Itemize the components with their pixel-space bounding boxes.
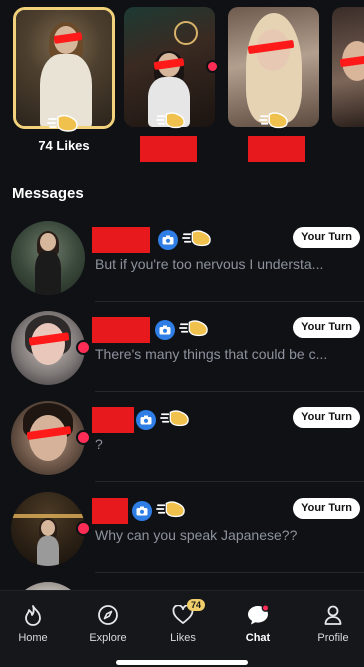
redacted-name bbox=[248, 136, 305, 162]
hand-wave-icon[interactable] bbox=[179, 317, 209, 339]
matches-carousel: 74 Likes bbox=[0, 0, 364, 175]
tab-home[interactable]: Home bbox=[0, 603, 69, 649]
chat-bubble-icon bbox=[248, 604, 270, 625]
message-row[interactable]: Your Turn Why can you speak Japanese?? bbox=[0, 483, 364, 573]
compass-icon bbox=[98, 605, 118, 625]
redacted-name bbox=[140, 136, 197, 162]
tab-home-label: Home bbox=[18, 632, 48, 644]
avatar bbox=[11, 401, 85, 475]
hand-wave-icon[interactable] bbox=[160, 407, 190, 429]
message-preview: Why can you speak Japanese?? bbox=[95, 527, 298, 543]
match-card[interactable] bbox=[332, 7, 364, 127]
redacted-name bbox=[92, 407, 134, 433]
message-row[interactable]: Your Turn But if you're too nervous I un… bbox=[0, 212, 364, 302]
message-preview: ? bbox=[95, 436, 103, 452]
home-indicator bbox=[116, 660, 248, 665]
your-turn-badge: Your Turn bbox=[293, 407, 360, 428]
camera-icon bbox=[158, 230, 178, 250]
likes-card[interactable] bbox=[13, 7, 115, 129]
avatar bbox=[11, 221, 85, 295]
message-row[interactable]: Your Turn ? bbox=[0, 392, 364, 482]
match-photo bbox=[332, 7, 364, 127]
camera-icon bbox=[155, 320, 175, 340]
match-photo bbox=[124, 7, 215, 127]
hand-wave-icon[interactable] bbox=[182, 227, 212, 249]
match-photo bbox=[228, 7, 319, 127]
likes-count-badge: 74 bbox=[187, 599, 206, 611]
hand-wave-icon bbox=[156, 112, 185, 129]
redacted-name bbox=[92, 498, 128, 524]
redacted-name bbox=[92, 227, 150, 253]
match-card[interactable] bbox=[228, 7, 319, 127]
your-turn-badge: Your Turn bbox=[293, 317, 360, 338]
match-card[interactable] bbox=[124, 7, 215, 127]
bottom-tab-bar: Home Explore 74 Likes Chat Profile bbox=[0, 590, 364, 667]
tab-chat[interactable]: Chat bbox=[222, 603, 294, 649]
hand-wave-icon bbox=[259, 112, 288, 129]
online-indicator bbox=[76, 340, 91, 355]
message-preview: There's many things that could be c... bbox=[95, 346, 328, 362]
tab-likes-label: Likes bbox=[170, 632, 196, 644]
tab-chat-label: Chat bbox=[245, 632, 271, 644]
divider bbox=[95, 481, 364, 482]
messages-title: Messages bbox=[12, 185, 84, 202]
avatar bbox=[11, 492, 85, 566]
online-indicator bbox=[206, 60, 219, 73]
hand-wave-icon[interactable] bbox=[156, 498, 186, 520]
tab-explore-label: Explore bbox=[89, 632, 127, 644]
avatar bbox=[11, 311, 85, 385]
message-row[interactable]: Your Turn There's many things that could… bbox=[0, 302, 364, 392]
online-indicator bbox=[76, 521, 91, 536]
flame-icon bbox=[25, 605, 41, 626]
tab-likes[interactable]: 74 Likes bbox=[147, 599, 219, 649]
tab-explore[interactable]: Explore bbox=[72, 603, 144, 649]
your-turn-badge: Your Turn bbox=[293, 227, 360, 248]
hand-wave-icon bbox=[47, 114, 78, 132]
camera-icon bbox=[132, 501, 152, 521]
likes-count-label: 74 Likes bbox=[38, 138, 90, 153]
likes-photo bbox=[16, 10, 112, 126]
redacted-name bbox=[92, 317, 150, 343]
message-preview: But if you're too nervous I understa... bbox=[95, 256, 324, 272]
online-indicator bbox=[76, 430, 91, 445]
person-icon bbox=[324, 605, 342, 625]
tab-profile[interactable]: Profile bbox=[297, 603, 364, 649]
your-turn-badge: Your Turn bbox=[293, 498, 360, 519]
tab-profile-label: Profile bbox=[317, 632, 349, 644]
camera-icon bbox=[136, 410, 156, 430]
